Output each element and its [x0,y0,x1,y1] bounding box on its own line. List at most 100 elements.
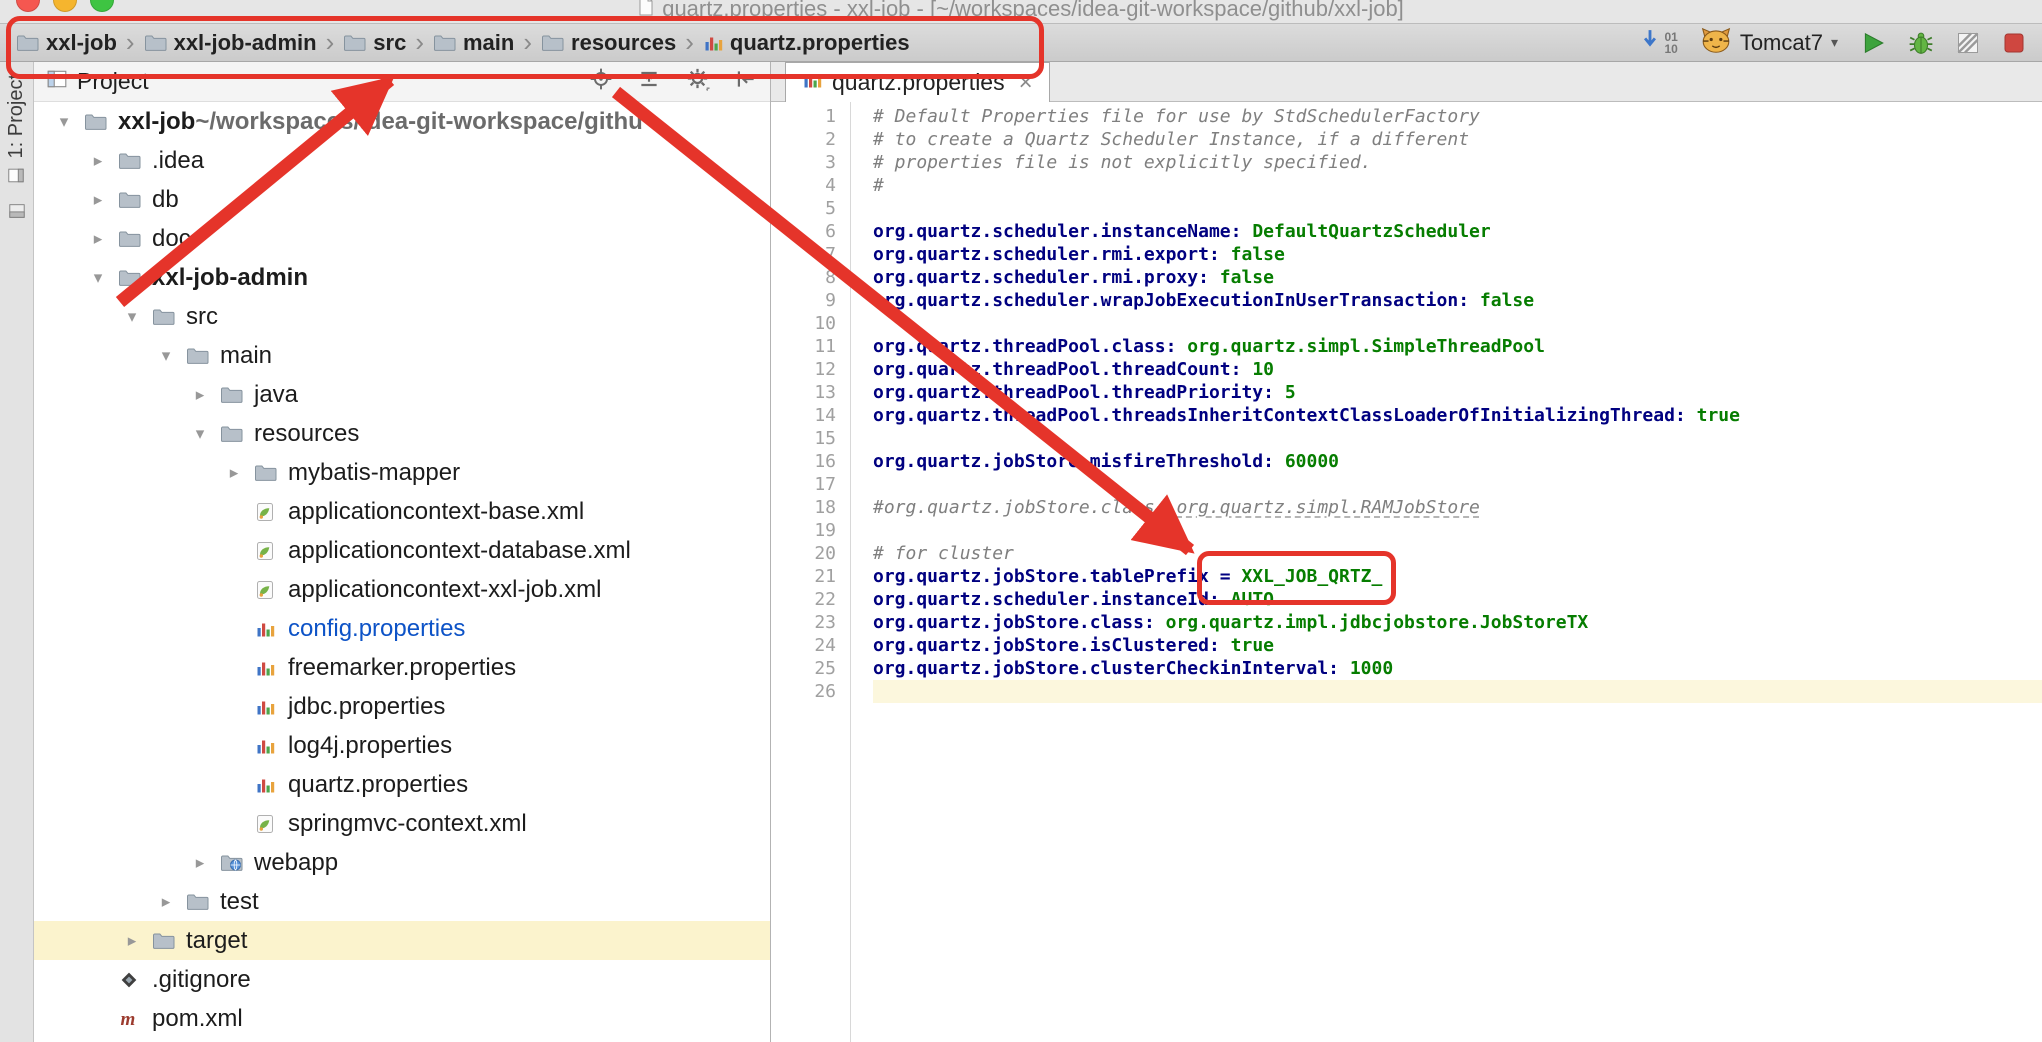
editor-line-6[interactable]: org.quartz.scheduler.instanceName: Defau… [873,220,2042,243]
editor-line-5[interactable] [873,197,2042,220]
breadcrumb-item-main[interactable]: main [433,30,514,56]
expanded-arrow-icon[interactable]: ▾ [184,424,216,444]
settings-gear-button[interactable] [685,66,710,97]
tree-item-applicationcontext-base.xml[interactable]: applicationcontext-base.xml [34,492,770,531]
editor-line-8[interactable]: org.quartz.scheduler.rmi.proxy: false [873,266,2042,289]
debug-button[interactable] [1908,30,1934,56]
editor-line-12[interactable]: org.quartz.threadPool.threadCount: 10 [873,358,2042,381]
breadcrumb-item-src[interactable]: src [343,30,406,56]
collapsed-arrow-icon[interactable]: ▸ [82,190,114,210]
line-number: 16 [771,450,836,473]
expanded-arrow-icon[interactable]: ▾ [116,307,148,327]
editor-line-26[interactable] [873,680,2042,703]
collapsed-arrow-icon[interactable]: ▸ [184,385,216,405]
tree-item-db[interactable]: ▸db [34,180,770,219]
tree-item-quartz.properties[interactable]: quartz.properties [34,765,770,804]
run-button[interactable] [1860,30,1886,56]
tree-item-pom.xml[interactable]: mpom.xml [34,999,770,1038]
collapsed-arrow-icon[interactable]: ▸ [116,931,148,951]
editor-line-15[interactable] [873,427,2042,450]
tool-stripe-button-project[interactable]: 1: Project [5,74,28,184]
expanded-arrow-icon[interactable]: ▾ [150,346,182,366]
tree-item-log4j.properties[interactable]: log4j.properties [34,726,770,765]
editor-tab-bar: quartz.properties × [771,62,2042,102]
run-configuration-selector[interactable]: Tomcat7 ▾ [1700,26,1838,60]
tree-item-applicationcontext-xxl-job.xml[interactable]: applicationcontext-xxl-job.xml [34,570,770,609]
breadcrumb-item-xxl-job-admin[interactable]: xxl-job-admin [144,30,317,56]
tree-item-springmvc-context.xml[interactable]: springmvc-context.xml [34,804,770,843]
editor-line-10[interactable] [873,312,2042,335]
collapse-all-button[interactable] [637,67,661,97]
stop-button[interactable] [2002,31,2026,55]
editor-line-14[interactable]: org.quartz.threadPool.threadsInheritCont… [873,404,2042,427]
tool-stripe-label: 1: Project [5,74,28,158]
tree-item-config.properties[interactable]: config.properties [34,609,770,648]
editor-line-22[interactable]: org.quartz.scheduler.instanceId: AUTO [873,588,2042,611]
tree-item-test[interactable]: ▸test [34,882,770,921]
editor-line-7[interactable]: org.quartz.scheduler.rmi.export: false [873,243,2042,266]
tree-item-webapp[interactable]: ▸webapp [34,843,770,882]
scroll-from-source-button[interactable] [589,67,613,97]
folder-icon [114,268,144,287]
breadcrumb-item-quartz.properties[interactable]: quartz.properties [703,30,910,56]
tree-item-main[interactable]: ▾main [34,336,770,375]
editor-code-area[interactable]: # Default Properties file for use by Std… [851,102,2042,1042]
tree-item-xxl-job[interactable]: ▾xxl-job ~/workspaces/idea-git-workspace… [34,102,770,141]
tab-quartz-properties[interactable]: quartz.properties × [785,62,1050,102]
tree-item-label: .idea [152,147,204,175]
expanded-arrow-icon[interactable]: ▾ [82,268,114,288]
run-with-coverage-button[interactable] [1956,31,1980,55]
line-number: 10 [771,312,836,335]
editor-line-2[interactable]: # to create a Quartz Scheduler Instance,… [873,128,2042,151]
folder-icon [114,151,144,170]
editor-line-16[interactable]: org.quartz.jobStore.misfireThreshold: 60… [873,450,2042,473]
breadcrumb-item-xxl-job[interactable]: xxl-job [16,30,117,56]
editor-line-11[interactable]: org.quartz.threadPool.class: org.quartz.… [873,335,2042,358]
expanded-arrow-icon[interactable]: ▾ [48,112,80,132]
collapsed-arrow-icon[interactable]: ▸ [82,151,114,171]
editor-line-3[interactable]: # properties file is not explicitly spec… [873,151,2042,174]
editor-line-20[interactable]: # for cluster [873,542,2042,565]
code-token: 60000 [1285,451,1339,472]
tree-item-.gitignore[interactable]: .gitignore [34,960,770,999]
tree-item-resources[interactable]: ▾ resources [34,414,770,453]
tree-item-target[interactable]: ▸target [34,921,770,960]
editor-line-9[interactable]: org.quartz.scheduler.wrapJobExecutionInU… [873,289,2042,312]
collapsed-arrow-icon[interactable]: ▸ [150,892,182,912]
editor-line-19[interactable] [873,519,2042,542]
collapsed-arrow-icon[interactable]: ▸ [184,853,216,873]
vcs-changes-widget[interactable]: 01 10 [1639,28,1677,57]
editor-line-13[interactable]: org.quartz.threadPool.threadPriority: 5 [873,381,2042,404]
editor-line-17[interactable] [873,473,2042,496]
tree-item-applicationcontext-database.xml[interactable]: applicationcontext-database.xml [34,531,770,570]
tree-item-mybatis-mapper[interactable]: ▸ mybatis-mapper [34,453,770,492]
editor-line-4[interactable]: # [873,174,2042,197]
tree-item-label: mybatis-mapper [288,459,460,487]
code-token: 10 [1252,359,1274,380]
collapsed-arrow-icon[interactable]: ▸ [218,463,250,483]
code-token: org.quartz.jobStore.isClustered [873,635,1209,656]
editor-line-18[interactable]: #org.quartz.jobStore.class: org.quartz.s… [873,496,2042,519]
hide-panel-button[interactable] [734,67,758,97]
tree-item-label: resources [254,420,359,448]
tree-item-freemarker.properties[interactable]: freemarker.properties [34,648,770,687]
line-number: 21 [771,565,836,588]
tree-item-jdbc.properties[interactable]: jdbc.properties [34,687,770,726]
tree-item-.idea[interactable]: ▸ .idea [34,141,770,180]
editor-line-24[interactable]: org.quartz.jobStore.isClustered: true [873,634,2042,657]
tree-item-java[interactable]: ▸java [34,375,770,414]
close-tab-icon[interactable]: × [1019,69,1033,97]
tree-item-xxl-job-admin[interactable]: ▾xxl-job-admin [34,258,770,297]
line-number: 11 [771,335,836,358]
editor-line-21[interactable]: org.quartz.jobStore.tablePrefix = XXL_JO… [873,565,2042,588]
collapsed-arrow-icon[interactable]: ▸ [82,229,114,249]
tree-item-doc[interactable]: ▸doc [34,219,770,258]
editor-line-25[interactable]: org.quartz.jobStore.clusterCheckinInterv… [873,657,2042,680]
tree-item-src[interactable]: ▾src [34,297,770,336]
editor-line-23[interactable]: org.quartz.jobStore.class: org.quartz.im… [873,611,2042,634]
folder-icon [144,33,167,52]
editor-line-1[interactable]: # Default Properties file for use by Std… [873,105,2042,128]
run-toolbar: 01 10 Tomcat7 ▾ [1639,26,2026,60]
breadcrumb-item-resources[interactable]: resources [541,30,676,56]
tool-stripe-secondary-icon[interactable] [8,202,26,225]
